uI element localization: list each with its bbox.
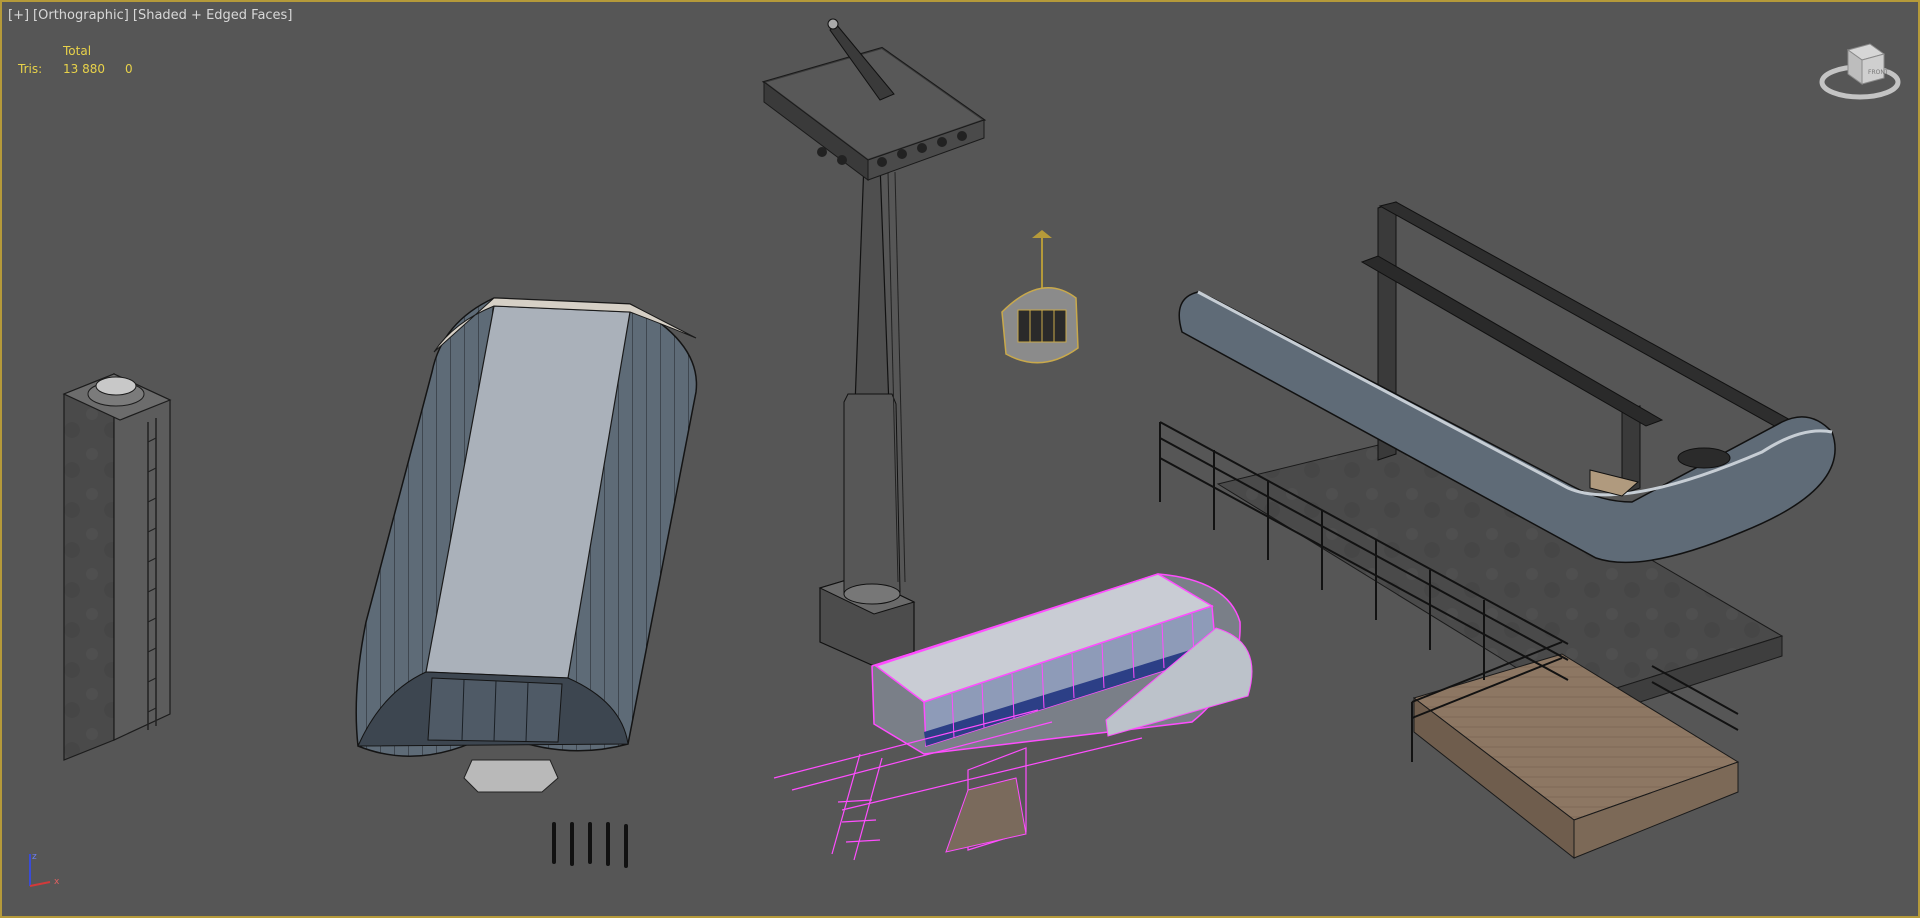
viewcube-navigation[interactable]: FRONT (1819, 43, 1901, 100)
concrete-pillar[interactable] (62, 373, 172, 761)
terminal-station[interactable] (1159, 201, 1836, 860)
axis-gizmo: z x (29, 852, 60, 887)
station-dome-roof[interactable] (355, 297, 698, 793)
cable-car-tower[interactable] (761, 18, 987, 667)
viewcube-face-label: FRONT (1868, 69, 1889, 76)
scene-canvas[interactable]: FRONT z x (2, 2, 1918, 916)
axis-x-label: x (54, 877, 60, 887)
gondola-cabin[interactable] (1001, 230, 1079, 364)
small-posts[interactable] (552, 822, 628, 868)
perspective-viewport[interactable]: [+] [Orthographic] [Shaded + Edged Faces… (0, 0, 1920, 918)
axis-z-label: z (32, 852, 37, 862)
